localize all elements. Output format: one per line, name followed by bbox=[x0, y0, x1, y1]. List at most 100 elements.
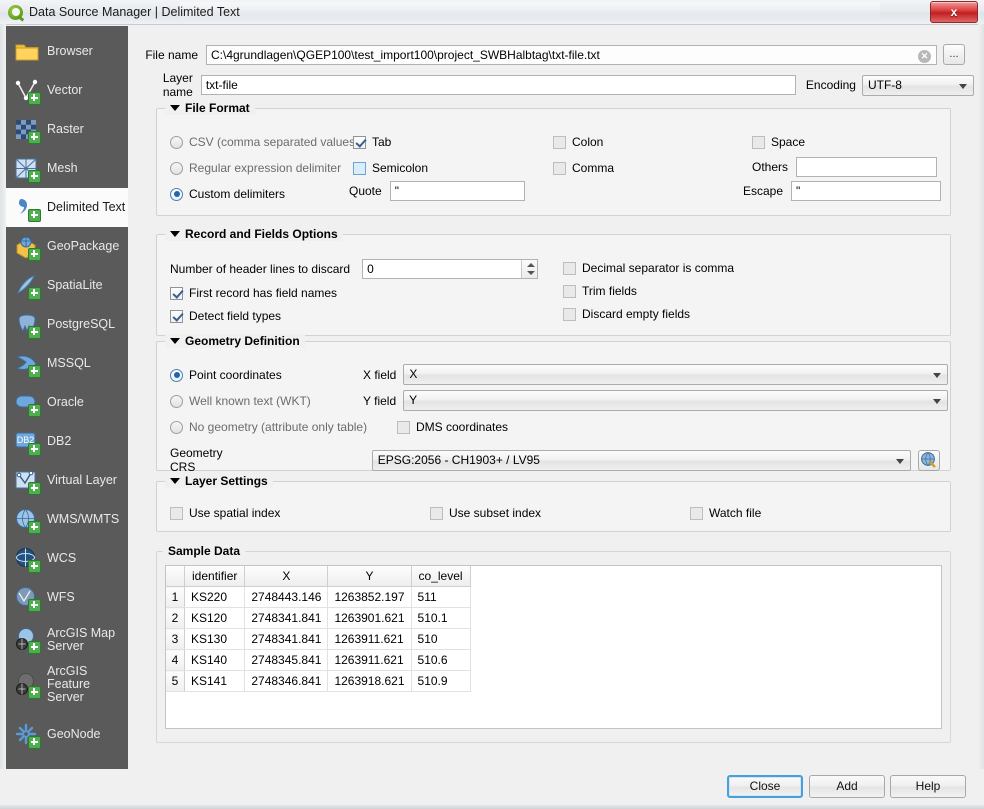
sidebar-item-wcs[interactable]: WCS bbox=[6, 539, 128, 578]
radio-indicator[interactable] bbox=[170, 420, 183, 434]
checkbox-indicator[interactable] bbox=[563, 284, 576, 298]
checkbox-indicator[interactable] bbox=[353, 135, 366, 149]
spinner-buttons[interactable] bbox=[521, 260, 538, 278]
table-row[interactable]: 4 KS140 2748345.841 1263911.621 510.6 bbox=[166, 649, 471, 671]
sidebar-item-wms-wmts[interactable]: WMS/WMTS bbox=[6, 500, 128, 539]
checkbox-indicator[interactable] bbox=[353, 161, 366, 175]
checkbox-discard-empty-fields[interactable]: Discard empty fields bbox=[563, 307, 690, 321]
column-header-identifier[interactable]: identifier bbox=[184, 566, 246, 587]
sidebar-item-mssql[interactable]: MSSQL bbox=[6, 344, 128, 383]
cell-y[interactable]: 1263911.621 bbox=[327, 649, 412, 671]
cell-identifier[interactable]: KS120 bbox=[184, 607, 246, 629]
cell-y[interactable]: 1263852.197 bbox=[327, 586, 412, 608]
checkbox-semicolon[interactable]: Semicolon bbox=[353, 161, 428, 175]
encoding-select[interactable]: UTF-8 bbox=[861, 74, 974, 96]
sidebar-item-arcgis-feature-server[interactable]: ArcGIS Feature Server bbox=[6, 662, 128, 707]
sidebar-item-wfs[interactable]: WFS bbox=[6, 578, 128, 617]
checkbox-indicator[interactable] bbox=[563, 307, 576, 321]
x-field-select[interactable]: X bbox=[403, 364, 949, 385]
checkbox-indicator[interactable] bbox=[430, 506, 443, 520]
cell-y[interactable]: 1263901.621 bbox=[327, 607, 412, 629]
radio-indicator[interactable] bbox=[170, 161, 183, 175]
checkbox-indicator[interactable] bbox=[563, 261, 576, 275]
escape-input[interactable]: " bbox=[791, 181, 942, 201]
radio-indicator[interactable] bbox=[170, 187, 183, 201]
header-lines-input[interactable]: 0 bbox=[362, 259, 539, 279]
sidebar-item-vector[interactable]: Vector bbox=[6, 71, 128, 110]
cell-co-level[interactable]: 510 bbox=[411, 628, 471, 650]
radio-csv[interactable]: CSV (comma separated values) bbox=[170, 135, 359, 149]
collapse-triangle-icon[interactable] bbox=[170, 105, 180, 111]
help-button[interactable]: Help bbox=[890, 775, 966, 798]
add-button[interactable]: Add bbox=[809, 775, 885, 798]
checkbox-decimal-separator-comma[interactable]: Decimal separator is comma bbox=[563, 261, 734, 275]
checkbox-space[interactable]: Space bbox=[752, 135, 805, 149]
table-row[interactable]: 2 KS120 2748341.841 1263901.621 510.1 bbox=[166, 607, 471, 629]
radio-custom-delimiters[interactable]: Custom delimiters bbox=[170, 187, 285, 201]
sidebar-item-arcgis-map-server[interactable]: ArcGIS Map Server bbox=[6, 617, 128, 662]
close-icon[interactable]: x bbox=[930, 1, 978, 23]
collapse-triangle-icon[interactable] bbox=[170, 478, 180, 484]
cell-co-level[interactable]: 510.1 bbox=[411, 607, 471, 629]
sidebar-item-spatialite[interactable]: SpatiaLite bbox=[6, 266, 128, 305]
cell-x[interactable]: 2748443.146 bbox=[244, 586, 329, 608]
checkbox-use-subset-index[interactable]: Use subset index bbox=[430, 506, 541, 520]
crs-select-button[interactable] bbox=[918, 449, 940, 471]
radio-point-coordinates[interactable]: Point coordinates bbox=[170, 368, 282, 382]
column-header-co-level[interactable]: co_level bbox=[411, 566, 471, 587]
browse-button[interactable]: ... bbox=[943, 44, 965, 65]
quote-input[interactable]: " bbox=[389, 181, 525, 201]
checkbox-indicator[interactable] bbox=[690, 506, 703, 520]
collapse-triangle-icon[interactable] bbox=[170, 231, 180, 237]
radio-wkt[interactable]: Well known text (WKT) bbox=[170, 394, 311, 408]
radio-indicator[interactable] bbox=[170, 368, 183, 382]
checkbox-dms-coordinates[interactable]: DMS coordinates bbox=[397, 420, 508, 434]
sidebar-item-delimited-text[interactable]: Delimited Text bbox=[6, 188, 128, 227]
checkbox-colon[interactable]: Colon bbox=[553, 135, 603, 149]
table-row[interactable]: 3 KS130 2748341.841 1263911.621 510 bbox=[166, 628, 471, 650]
checkbox-trim-fields[interactable]: Trim fields bbox=[563, 284, 637, 298]
cell-identifier[interactable]: KS141 bbox=[184, 670, 246, 692]
sidebar-item-mesh[interactable]: Mesh bbox=[6, 149, 128, 188]
checkbox-indicator[interactable] bbox=[170, 309, 183, 323]
y-field-select[interactable]: Y bbox=[403, 390, 949, 411]
cell-y[interactable]: 1263918.621 bbox=[327, 670, 412, 692]
checkbox-detect-field-types[interactable]: Detect field types bbox=[170, 309, 281, 323]
checkbox-watch-file[interactable]: Watch file bbox=[690, 506, 761, 520]
cell-x[interactable]: 2748346.841 bbox=[244, 670, 329, 692]
file-name-input[interactable]: C:\4grundlagen\QGEP100\test_import100\pr… bbox=[206, 44, 937, 65]
sidebar-item-postgresql[interactable]: PostgreSQL bbox=[6, 305, 128, 344]
cell-identifier[interactable]: KS130 bbox=[184, 628, 246, 650]
cell-co-level[interactable]: 510.9 bbox=[411, 670, 471, 692]
sidebar-item-geopackage[interactable]: GeoPackage bbox=[6, 227, 128, 266]
sidebar-item-geonode[interactable]: GeoNode bbox=[6, 715, 128, 754]
checkbox-indicator[interactable] bbox=[170, 506, 183, 520]
cell-x[interactable]: 2748341.841 bbox=[244, 628, 329, 650]
checkbox-indicator[interactable] bbox=[170, 286, 183, 300]
source-type-sidebar[interactable]: Browser Vector Raster Mesh Delimited Tex… bbox=[6, 26, 128, 775]
checkbox-tab[interactable]: Tab bbox=[353, 135, 391, 149]
sample-data-table-wrapper[interactable]: identifier X Y co_level 1 KS220 2748443.… bbox=[165, 565, 942, 729]
radio-regex-delimiter[interactable]: Regular expression delimiter bbox=[170, 161, 341, 175]
checkbox-first-record-field-names[interactable]: First record has field names bbox=[170, 286, 337, 300]
checkbox-use-spatial-index[interactable]: Use spatial index bbox=[170, 506, 280, 520]
checkbox-indicator[interactable] bbox=[553, 161, 566, 175]
collapse-triangle-icon[interactable] bbox=[170, 338, 180, 344]
radio-indicator[interactable] bbox=[170, 135, 183, 149]
column-header-y[interactable]: Y bbox=[327, 566, 412, 587]
column-header-x[interactable]: X bbox=[244, 566, 329, 587]
close-button[interactable]: Close bbox=[727, 775, 803, 798]
clear-x-icon[interactable]: ✕ bbox=[918, 49, 931, 63]
table-row[interactable]: 1 KS220 2748443.146 1263852.197 511 bbox=[166, 586, 471, 608]
sidebar-item-raster[interactable]: Raster bbox=[6, 110, 128, 149]
radio-indicator[interactable] bbox=[170, 394, 183, 408]
cell-co-level[interactable]: 511 bbox=[411, 586, 471, 608]
table-row[interactable]: 5 KS141 2748346.841 1263918.621 510.9 bbox=[166, 670, 471, 692]
sidebar-item-oracle[interactable]: Oracle bbox=[6, 383, 128, 422]
checkbox-indicator[interactable] bbox=[397, 420, 410, 434]
checkbox-comma[interactable]: Comma bbox=[553, 161, 614, 175]
checkbox-indicator[interactable] bbox=[752, 135, 765, 149]
radio-no-geometry[interactable]: No geometry (attribute only table) bbox=[170, 420, 367, 434]
cell-x[interactable]: 2748345.841 bbox=[244, 649, 329, 671]
sidebar-item-db2[interactable]: DB2 DB2 bbox=[6, 422, 128, 461]
